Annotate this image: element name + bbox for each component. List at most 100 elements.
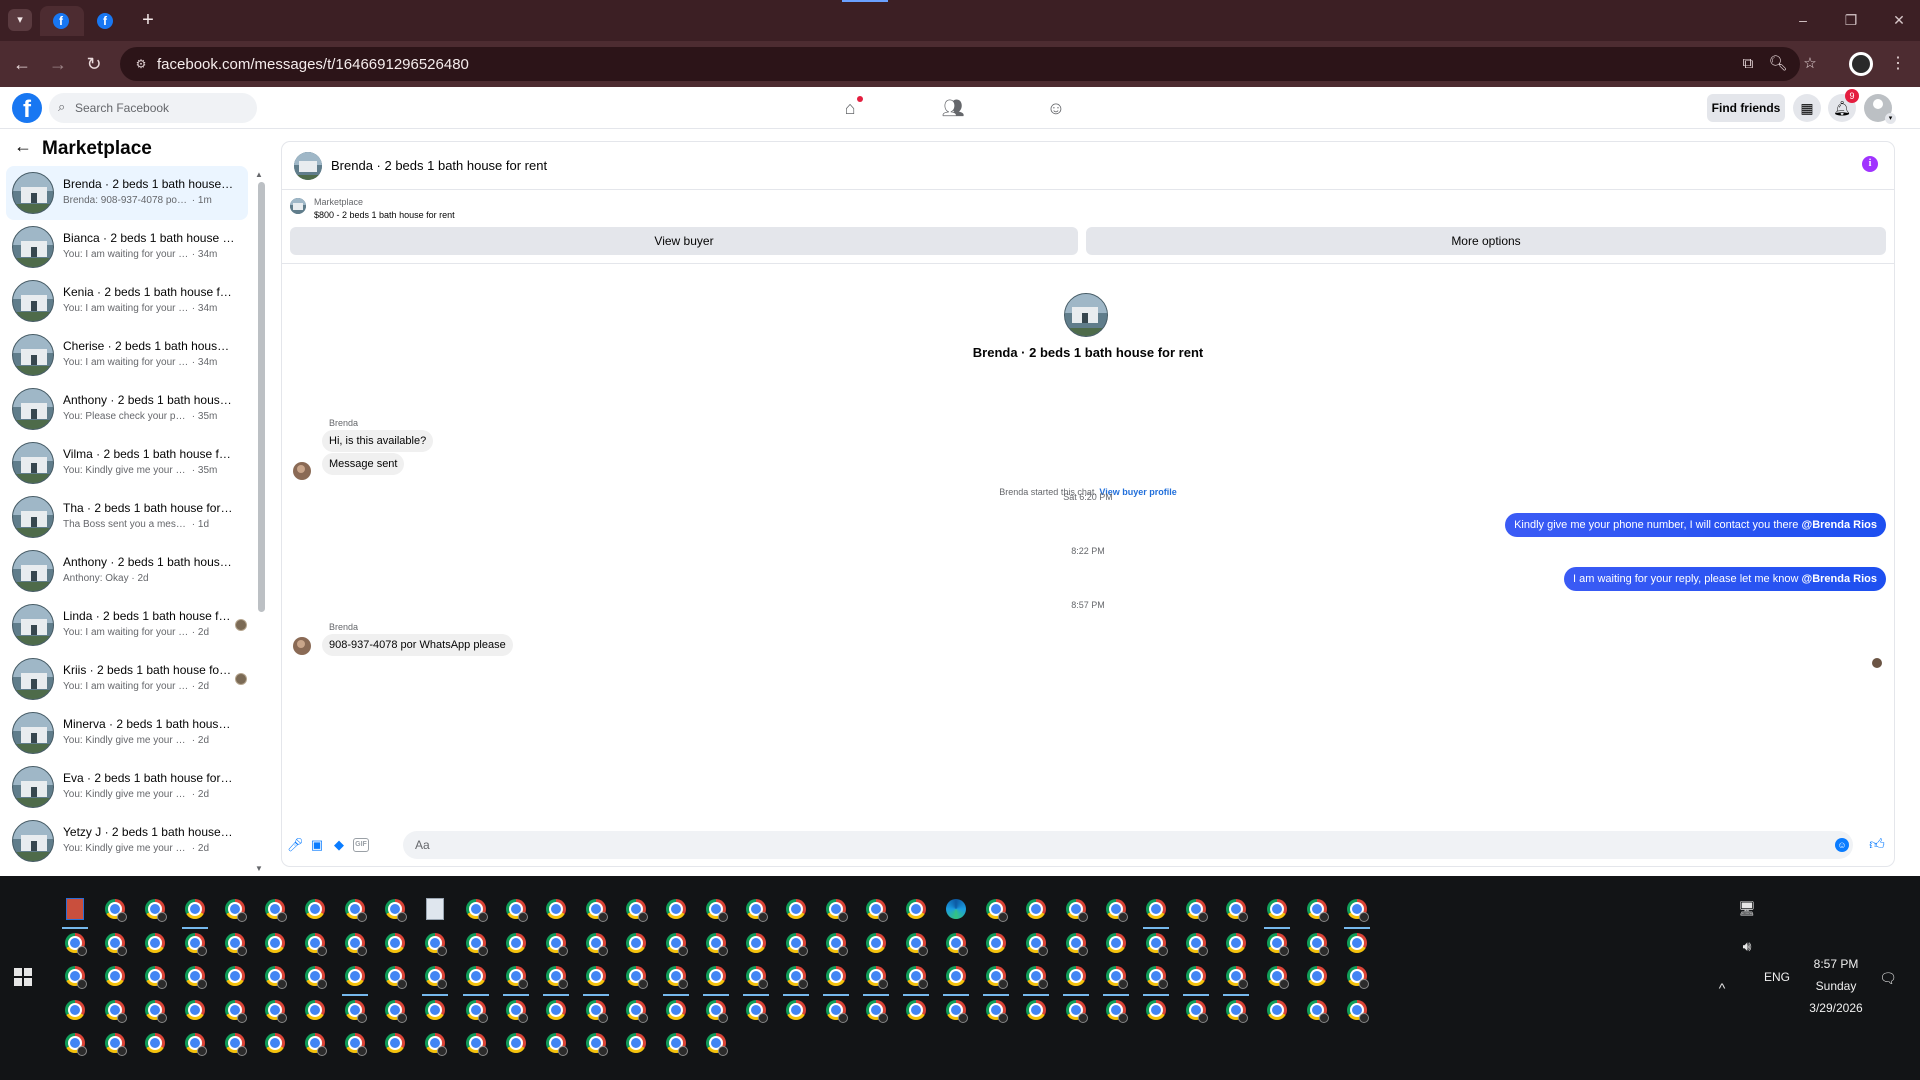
chrome-window-icon[interactable] <box>338 926 372 960</box>
browser-tab-facebook[interactable]: f <box>84 6 128 36</box>
chrome-window-icon[interactable] <box>779 892 813 926</box>
conversation-item[interactable]: Kenia · 2 beds 1 bath house for rent You:… <box>6 274 248 328</box>
chrome-window-icon[interactable] <box>659 892 693 926</box>
chrome-window-icon[interactable] <box>899 892 933 926</box>
chrome-window-icon[interactable] <box>699 959 733 997</box>
chrome-window-icon[interactable] <box>499 926 533 960</box>
chrome-window-icon[interactable] <box>819 993 853 1027</box>
chrome-window-icon[interactable] <box>378 892 412 926</box>
chrome-window-icon[interactable] <box>739 926 773 960</box>
input-language[interactable]: ENG <box>1764 970 1790 984</box>
chrome-window-icon[interactable] <box>939 959 973 997</box>
chrome-window-icon[interactable] <box>619 959 653 993</box>
chrome-window-icon[interactable] <box>1019 959 1053 997</box>
forward-button[interactable]: → <box>46 52 70 76</box>
chrome-window-icon[interactable] <box>258 926 292 960</box>
chrome-window-icon[interactable] <box>539 993 573 1027</box>
chrome-window-icon[interactable] <box>619 993 653 1027</box>
chrome-window-icon[interactable] <box>338 1026 372 1060</box>
restore-window-button[interactable]: ❐ <box>1836 8 1866 32</box>
install-app-icon[interactable]: ⧉ <box>1738 54 1758 74</box>
chrome-window-icon[interactable] <box>1099 892 1133 926</box>
chrome-window-icon[interactable] <box>218 1026 252 1060</box>
chrome-window-icon[interactable] <box>1300 926 1334 960</box>
chrome-window-icon[interactable] <box>178 993 212 1027</box>
find-friends-button[interactable]: Find friends <box>1707 94 1785 122</box>
chrome-window-icon[interactable] <box>378 1026 412 1060</box>
chrome-window-icon[interactable] <box>418 993 452 1027</box>
chrome-window-icon[interactable] <box>899 959 933 997</box>
chrome-window-icon[interactable] <box>58 926 92 960</box>
chrome-window-icon[interactable] <box>1099 959 1133 997</box>
sender-avatar[interactable] <box>293 637 311 655</box>
chrome-window-icon[interactable] <box>859 959 893 997</box>
chrome-window-icon[interactable] <box>1179 892 1213 926</box>
chrome-window-icon[interactable] <box>819 959 853 997</box>
conversation-item[interactable]: Minerva · 2 beds 1 bath house for rent Yo… <box>6 706 248 760</box>
home-icon[interactable]: ⌂ <box>837 95 863 121</box>
show-hidden-icons-chevron-icon[interactable]: ^ <box>1711 977 1733 999</box>
chrome-window-icon[interactable] <box>138 926 172 960</box>
close-window-button[interactable]: ✕ <box>1884 8 1914 32</box>
chrome-window-icon[interactable] <box>338 892 372 926</box>
incoming-message[interactable]: Message sent <box>322 453 405 475</box>
chrome-window-icon[interactable] <box>138 959 172 993</box>
chrome-window-icon[interactable] <box>859 926 893 960</box>
browser-profile-avatar[interactable] <box>1849 52 1873 76</box>
chrome-window-icon[interactable] <box>1059 926 1093 960</box>
chrome-window-icon[interactable] <box>539 1026 573 1060</box>
conversation-item[interactable]: Anthony · 2 beds 1 bath house for rent An… <box>6 544 248 598</box>
windows-start-icon[interactable] <box>14 968 32 986</box>
bookmark-star-icon[interactable]: ☆ <box>1800 54 1820 74</box>
chrome-window-icon[interactable] <box>298 892 332 926</box>
volume-icon[interactable]: 🔊︎ <box>1736 935 1758 957</box>
chrome-window-icon[interactable] <box>1059 959 1093 997</box>
minimize-window-button[interactable]: – <box>1788 8 1818 32</box>
chrome-window-icon[interactable] <box>1019 993 1053 1027</box>
chrome-window-icon[interactable] <box>1139 993 1173 1027</box>
conversation-item[interactable]: Brenda · 2 beds 1 bath house for rent Bre… <box>6 166 248 220</box>
chrome-window-icon[interactable] <box>579 926 613 960</box>
chrome-window-icon[interactable] <box>1219 993 1253 1027</box>
reload-button[interactable]: ↻ <box>82 52 106 76</box>
scroll-down-arrow[interactable]: ▼ <box>255 864 263 873</box>
chrome-window-icon[interactable] <box>699 926 733 960</box>
chrome-window-icon[interactable] <box>1300 959 1334 993</box>
chrome-window-icon[interactable] <box>298 959 332 993</box>
chrome-window-icon[interactable] <box>1340 892 1374 929</box>
chrome-window-icon[interactable] <box>258 892 292 926</box>
chrome-window-icon[interactable] <box>98 1026 132 1060</box>
chrome-window-icon[interactable] <box>178 1026 212 1060</box>
message-input[interactable] <box>403 831 1853 859</box>
chrome-window-icon[interactable] <box>619 1026 653 1060</box>
chrome-window-icon[interactable] <box>1300 892 1334 926</box>
chrome-window-icon[interactable] <box>779 926 813 960</box>
chrome-window-icon[interactable] <box>1179 959 1213 997</box>
chrome-window-icon[interactable] <box>178 926 212 960</box>
chrome-window-icon[interactable] <box>819 926 853 960</box>
scroll-up-arrow[interactable]: ▲ <box>255 170 263 179</box>
conversation-item[interactable]: Cherise · 2 beds 1 bath house for rent Yo… <box>6 328 248 382</box>
conversation-item[interactable]: Vilma · 2 beds 1 bath house for rent You:… <box>6 436 248 490</box>
chrome-window-icon[interactable] <box>378 926 412 960</box>
chrome-window-icon[interactable] <box>1260 959 1294 993</box>
chrome-window-icon[interactable] <box>1260 993 1294 1027</box>
outgoing-message[interactable]: Kindly give me your phone number, I will… <box>1505 513 1886 537</box>
chat-header-title[interactable]: Brenda · 2 beds 1 bath house for rent <box>331 158 547 173</box>
facebook-search[interactable]: ⌕ <box>49 93 257 123</box>
chrome-window-icon[interactable] <box>939 926 973 960</box>
tab-search-button[interactable]: ▾ <box>8 9 32 31</box>
chrome-window-icon[interactable] <box>1139 892 1173 929</box>
zoom-icon[interactable]: 🔍︎ <box>1768 54 1788 74</box>
notifications-bell-icon[interactable]: 🔔︎ 9 <box>1828 89 1859 122</box>
chrome-window-icon[interactable] <box>739 993 773 1027</box>
chrome-window-icon[interactable] <box>338 959 372 997</box>
chrome-window-icon[interactable] <box>218 926 252 960</box>
photo-attach-icon[interactable]: ▣ <box>309 837 325 853</box>
chrome-window-icon[interactable] <box>499 892 533 926</box>
action-center-icon[interactable]: 🗨︎ <box>1877 967 1899 989</box>
chrome-window-icon[interactable] <box>579 993 613 1027</box>
chrome-window-icon[interactable] <box>1139 926 1173 960</box>
back-button[interactable]: ← <box>10 52 34 76</box>
pinned-app-icon[interactable] <box>58 892 92 929</box>
